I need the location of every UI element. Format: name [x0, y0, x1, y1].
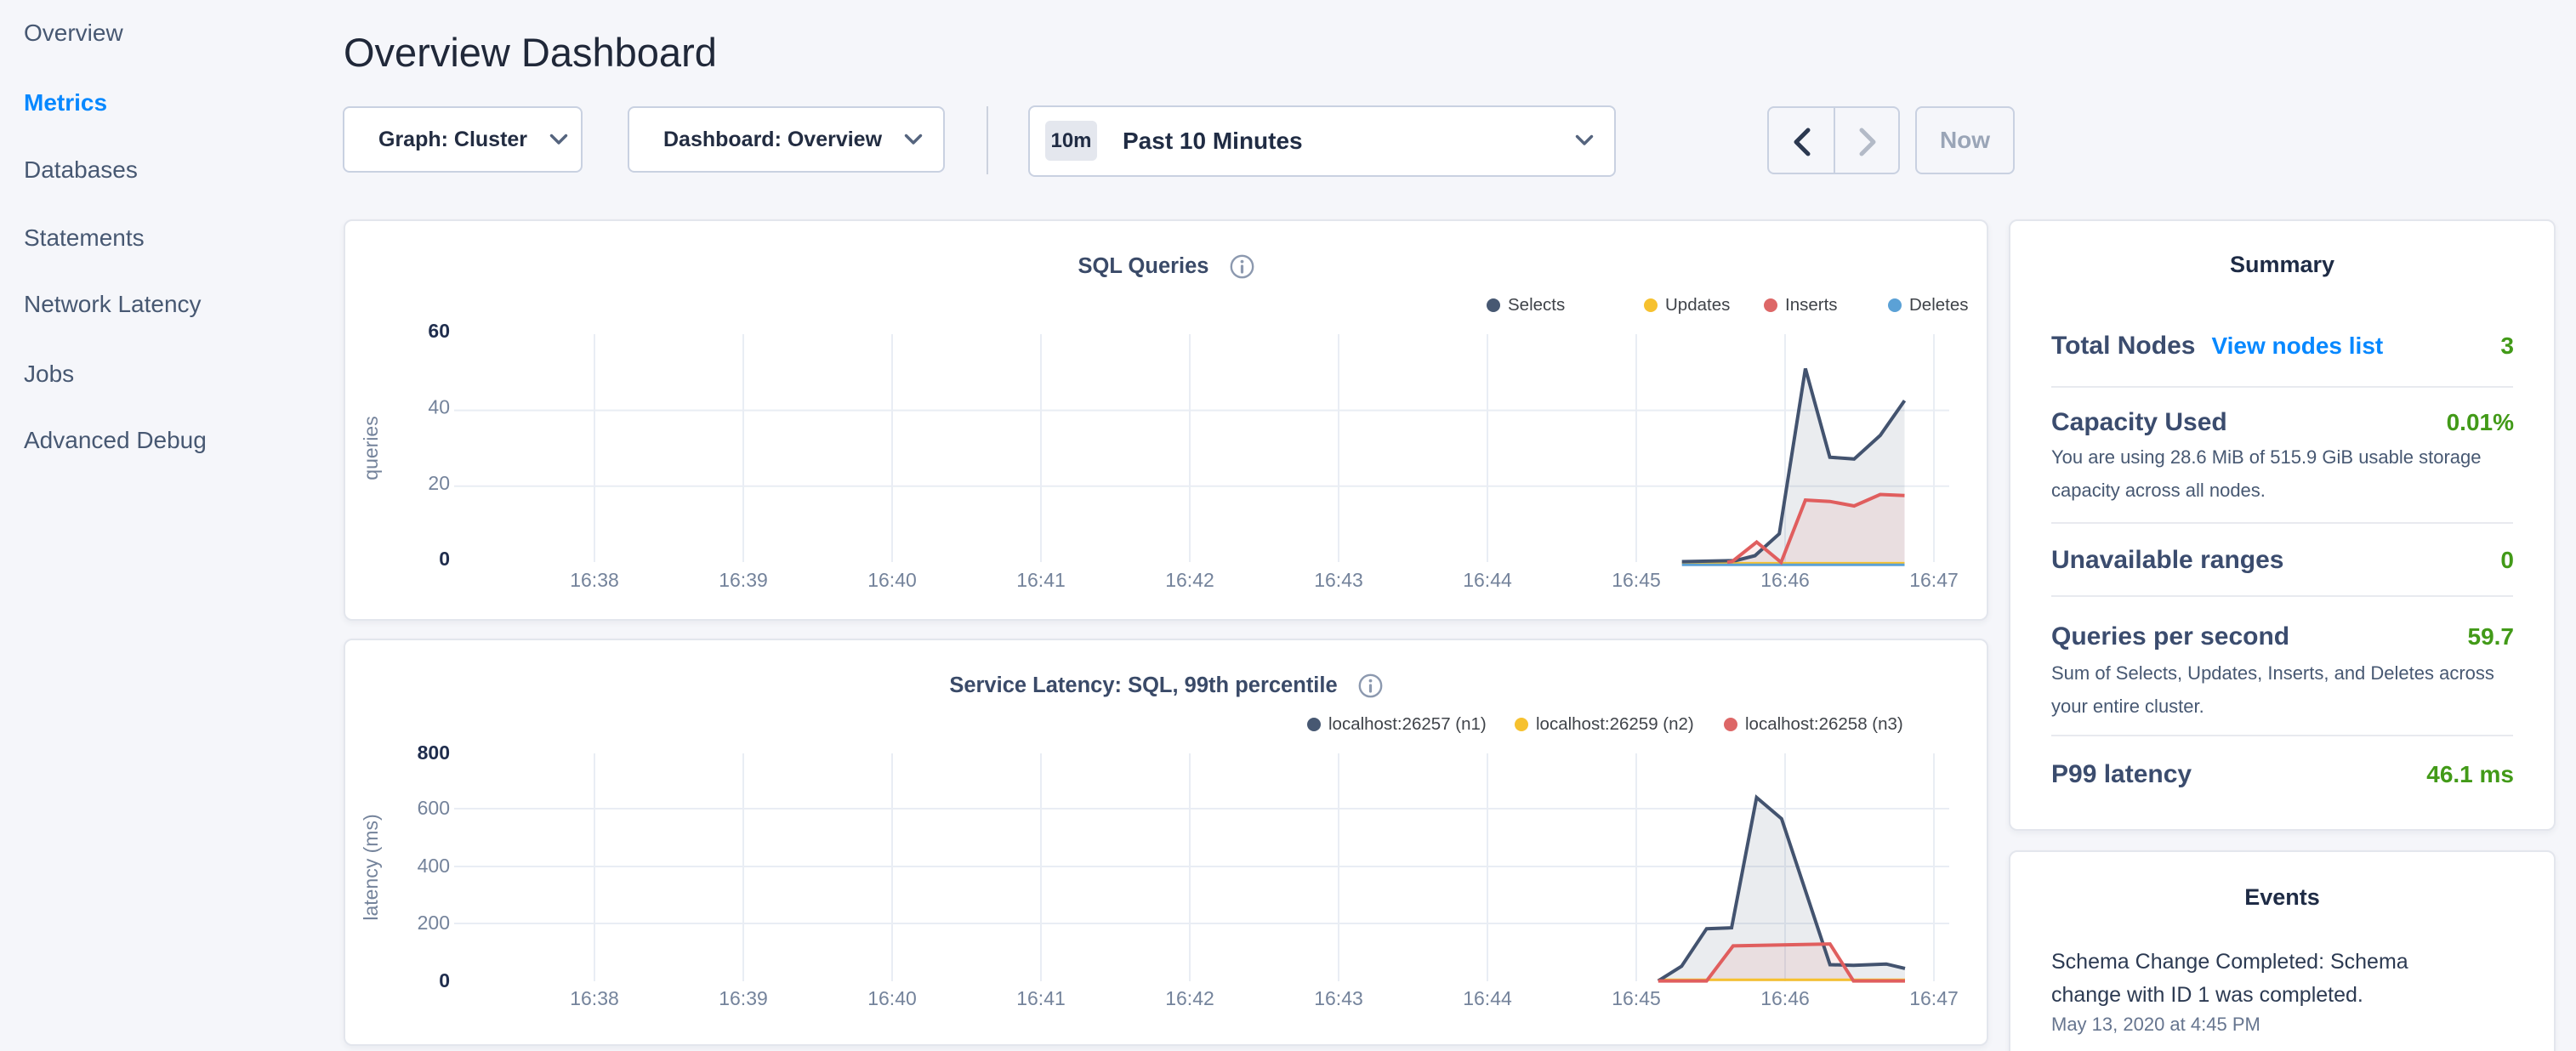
- svg-text:16:38: 16:38: [570, 569, 619, 591]
- svg-text:16:45: 16:45: [1612, 569, 1661, 591]
- svg-text:16:44: 16:44: [1463, 987, 1512, 1009]
- svg-text:16:40: 16:40: [867, 569, 917, 591]
- svg-text:16:43: 16:43: [1314, 987, 1363, 1009]
- svg-text:16:45: 16:45: [1612, 987, 1661, 1009]
- svg-text:0: 0: [439, 969, 450, 991]
- svg-text:16:39: 16:39: [719, 987, 768, 1009]
- svg-text:800: 800: [418, 741, 450, 764]
- svg-text:16:44: 16:44: [1463, 569, 1512, 591]
- svg-text:16:42: 16:42: [1165, 987, 1214, 1009]
- svg-text:16:41: 16:41: [1016, 569, 1066, 591]
- svg-text:0: 0: [439, 548, 450, 570]
- svg-text:queries: queries: [360, 416, 382, 480]
- svg-text:600: 600: [418, 797, 450, 819]
- svg-text:16:39: 16:39: [719, 569, 768, 591]
- svg-text:16:43: 16:43: [1314, 569, 1363, 591]
- svg-text:16:47: 16:47: [1909, 987, 1959, 1009]
- svg-text:200: 200: [418, 912, 450, 934]
- svg-text:400: 400: [418, 855, 450, 877]
- svg-text:16:46: 16:46: [1760, 569, 1810, 591]
- svg-text:60: 60: [428, 320, 450, 342]
- svg-text:16:47: 16:47: [1909, 569, 1959, 591]
- svg-text:40: 40: [428, 396, 450, 418]
- svg-text:16:40: 16:40: [867, 987, 917, 1009]
- svg-text:16:38: 16:38: [570, 987, 619, 1009]
- svg-text:16:41: 16:41: [1016, 987, 1066, 1009]
- svg-text:20: 20: [428, 472, 450, 494]
- svg-text:16:42: 16:42: [1165, 569, 1214, 591]
- svg-text:latency (ms): latency (ms): [360, 814, 382, 920]
- svg-text:16:46: 16:46: [1760, 987, 1810, 1009]
